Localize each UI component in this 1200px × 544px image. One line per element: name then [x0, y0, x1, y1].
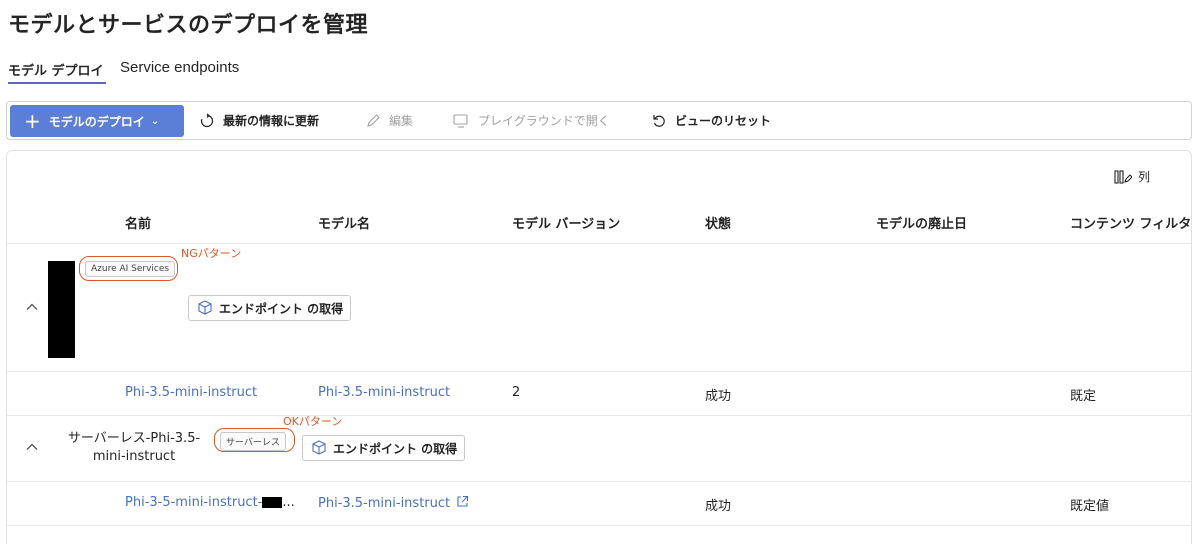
- get-endpoint-label: エンドポイント の取得: [219, 301, 344, 316]
- ellipsis: ...: [282, 495, 295, 510]
- resource-type-badge: サーバーレス: [220, 432, 286, 451]
- deploy-model-button[interactable]: + モデルのデプロイ ⌄: [10, 105, 184, 137]
- deployment-name-line1: サーバーレス-Phi-3.5-: [67, 431, 201, 446]
- content-filter-value: 既定値: [1070, 499, 1110, 514]
- redacted-name: [48, 261, 75, 358]
- tab-service-endpoints[interactable]: Service endpoints: [120, 59, 239, 76]
- annotation-ng: NGパターン: [181, 247, 242, 260]
- header-name[interactable]: 名前: [125, 213, 151, 232]
- header-model-version[interactable]: モデル バージョン: [512, 213, 620, 232]
- columns-icon: [1114, 169, 1132, 184]
- deployment-name-link[interactable]: Phi-3-5-mini-instruct-...: [125, 495, 295, 510]
- edit-button[interactable]: 編集: [365, 102, 413, 139]
- model-name-text: Phi-3.5-mini-instruct: [318, 496, 451, 511]
- refresh-icon: [200, 112, 214, 127]
- open-playground-button[interactable]: プレイグラウンドで開く: [452, 102, 610, 139]
- open-playground-label: プレイグラウンドで開く: [478, 114, 610, 128]
- get-endpoint-button[interactable]: エンドポイント の取得: [188, 295, 352, 321]
- external-link-icon: [457, 495, 469, 507]
- deployment-name-prefix: Phi-3-5-mini-instruct-: [125, 495, 263, 510]
- chevron-up-icon[interactable]: [24, 439, 40, 455]
- toolbar: + モデルのデプロイ ⌄ 最新の情報に更新 編集 プレイグラウンドで開く ビュー…: [6, 101, 1192, 140]
- get-endpoint-label: エンドポイント の取得: [333, 441, 458, 456]
- row-divider: [7, 525, 1191, 526]
- row-divider: [7, 415, 1191, 416]
- header-state[interactable]: 状態: [705, 213, 731, 232]
- content-filter-value: 既定: [1070, 389, 1097, 404]
- cube-icon: [198, 300, 212, 315]
- deployment-name-link[interactable]: Phi-3.5-mini-instruct: [125, 385, 257, 400]
- columns-label: 列: [1138, 170, 1151, 184]
- model-version-value: 2: [512, 385, 521, 400]
- header-divider: [7, 243, 1191, 244]
- chevron-up-icon[interactable]: [24, 299, 40, 315]
- annotation-ok: OKパターン: [283, 415, 343, 428]
- state-value: 成功: [705, 389, 732, 404]
- reset-view-label: ビューのリセット: [675, 114, 772, 128]
- model-name-link[interactable]: Phi-3.5-mini-instruct: [318, 495, 469, 511]
- reset-view-button[interactable]: ビューのリセット: [651, 102, 771, 139]
- resource-type-badge: Azure AI Services: [85, 261, 176, 277]
- cube-icon: [312, 440, 326, 455]
- get-endpoint-button[interactable]: エンドポイント の取得: [302, 435, 466, 461]
- state-value: 成功: [705, 499, 732, 514]
- playground-icon: [453, 113, 468, 128]
- header-content-filter[interactable]: コンテンツ フィルタ: [1070, 213, 1191, 232]
- refresh-button[interactable]: 最新の情報に更新: [199, 102, 319, 139]
- deploy-model-label: モデルのデプロイ: [48, 114, 145, 129]
- refresh-label: 最新の情報に更新: [223, 114, 320, 128]
- page-title: モデルとサービスのデプロイを管理: [8, 13, 369, 38]
- pencil-icon: [367, 113, 380, 127]
- model-name-link[interactable]: Phi-3.5-mini-instruct: [318, 385, 450, 400]
- edit-label: 編集: [389, 114, 414, 128]
- chevron-down-icon: ⌄: [150, 115, 160, 127]
- deployment-group-name: サーバーレス-Phi-3.5- mini-instruct: [59, 430, 209, 466]
- deployment-name-line2: mini-instruct: [92, 449, 176, 464]
- plus-icon: +: [24, 109, 41, 133]
- tab-model-deploy[interactable]: モデル デプロイ: [8, 60, 104, 79]
- row-divider: [7, 371, 1191, 372]
- columns-button[interactable]: 列: [1114, 168, 1150, 185]
- header-retirement-date[interactable]: モデルの廃止日: [876, 213, 967, 232]
- redacted-suffix: [262, 497, 283, 508]
- header-model-name[interactable]: モデル名: [318, 213, 370, 232]
- deployments-grid: 列 名前 モデル名 モデル バージョン 状態 モデルの廃止日 コンテンツ フィル…: [6, 150, 1192, 544]
- row-divider: [7, 481, 1191, 482]
- selected-tab-indicator: [8, 82, 106, 84]
- undo-icon: [653, 114, 665, 127]
